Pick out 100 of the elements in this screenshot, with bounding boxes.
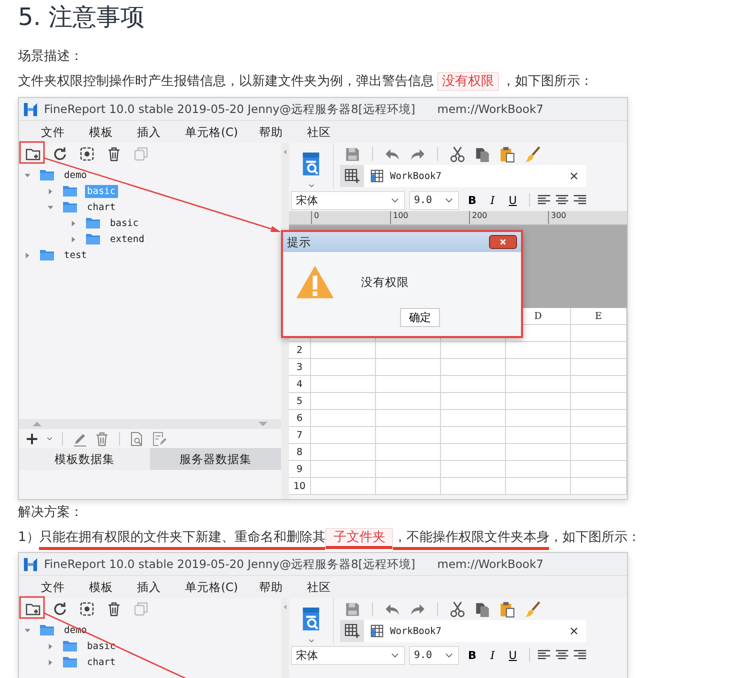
grid-cell[interactable] — [571, 461, 627, 478]
italic-button[interactable]: I — [485, 648, 500, 662]
row-header[interactable]: 3 — [289, 359, 311, 376]
folder-item[interactable]: demo — [62, 168, 89, 182]
folder-item[interactable]: basic — [108, 216, 141, 230]
menu-item[interactable]: 模板 — [89, 124, 137, 140]
grid-cell[interactable] — [311, 410, 376, 427]
menu-item[interactable]: 文件 — [41, 124, 89, 140]
save-icon[interactable] — [344, 146, 361, 162]
grid-cell[interactable] — [571, 478, 627, 495]
cut-icon[interactable] — [449, 600, 466, 618]
grid-cell[interactable] — [506, 359, 571, 376]
workbook-tab[interactable]: WorkBook7 — [364, 620, 586, 642]
align-left-icon[interactable] — [536, 648, 551, 662]
collapse-arrow-icon[interactable] — [23, 250, 32, 260]
dataset-tab[interactable]: 模板数据集 — [19, 448, 150, 470]
document-edit-icon[interactable] — [151, 430, 167, 446]
caret-icon[interactable] — [308, 637, 315, 644]
new-folder-icon[interactable] — [25, 146, 41, 162]
grid-cell[interactable] — [311, 376, 376, 393]
brush-icon[interactable] — [524, 146, 541, 162]
folder-item[interactable]: chart — [85, 200, 118, 214]
trash-icon[interactable] — [106, 146, 122, 162]
grid-cell[interactable] — [311, 427, 376, 444]
document-search-icon[interactable] — [129, 430, 145, 446]
grid-cell[interactable] — [311, 393, 376, 410]
grid-add-icon[interactable] — [344, 168, 360, 184]
grid-cell[interactable] — [376, 359, 441, 376]
font-select[interactable]: 宋体 — [291, 190, 405, 210]
grid-cell[interactable] — [311, 342, 376, 359]
grid-cell[interactable] — [441, 342, 506, 359]
copy-icon[interactable] — [474, 600, 491, 618]
grid-cell[interactable] — [376, 410, 441, 427]
add-icon[interactable] — [25, 432, 39, 446]
settings-icon[interactable] — [79, 146, 95, 162]
folder-item[interactable]: extend — [108, 232, 146, 246]
collapse-arrow-icon[interactable] — [46, 658, 55, 666]
align-right-icon[interactable] — [572, 648, 587, 662]
grid-cell[interactable] — [506, 461, 571, 478]
grid-cell[interactable] — [506, 427, 571, 444]
row-header[interactable]: 2 — [289, 342, 311, 359]
dataset-tab[interactable]: 服务器数据集 — [150, 448, 281, 470]
menu-item[interactable]: 单元格(C) — [185, 580, 259, 594]
font-size-select[interactable]: 9.0 — [409, 190, 459, 210]
folder-item[interactable]: basic — [85, 640, 118, 652]
grid-cell[interactable] — [441, 410, 506, 427]
align-left-icon[interactable] — [536, 193, 551, 207]
grid-cell[interactable] — [376, 478, 441, 495]
grid-cell[interactable] — [376, 427, 441, 444]
menu-item[interactable]: 模板 — [89, 580, 137, 594]
save-icon[interactable] — [344, 600, 361, 618]
row-header[interactable]: 4 — [289, 376, 311, 393]
row-header[interactable]: 6 — [289, 410, 311, 427]
row-header[interactable]: 9 — [289, 461, 311, 478]
folder-item[interactable]: chart — [85, 656, 118, 668]
folder-item[interactable]: test — [62, 248, 89, 262]
collapse-arrow-icon[interactable] — [69, 234, 78, 244]
workbook-tab[interactable]: WorkBook7 — [364, 165, 586, 187]
underline-button[interactable]: U — [504, 648, 522, 662]
grid-cell[interactable] — [441, 376, 506, 393]
menu-item[interactable]: 社区 — [307, 124, 355, 140]
grid-cell[interactable] — [441, 461, 506, 478]
grid-cell[interactable] — [441, 427, 506, 444]
collapse-arrow-icon[interactable] — [46, 642, 55, 650]
refresh-icon[interactable] — [52, 601, 68, 617]
column-header[interactable]: E — [571, 308, 627, 325]
collapse-arrow-icon[interactable] — [46, 186, 55, 196]
grid-cell[interactable] — [571, 444, 627, 461]
menu-item[interactable]: 帮助 — [259, 124, 307, 140]
grid-cell[interactable] — [571, 342, 627, 359]
grid-cell[interactable] — [311, 444, 376, 461]
grid-cell[interactable] — [506, 393, 571, 410]
bold-button[interactable]: B — [463, 194, 482, 206]
menu-item[interactable]: 插入 — [137, 124, 185, 140]
grid-cell[interactable] — [441, 444, 506, 461]
caret-icon[interactable] — [46, 435, 53, 442]
align-center-icon[interactable] — [554, 648, 569, 662]
grid-cell[interactable] — [571, 410, 627, 427]
grid-cell[interactable] — [376, 393, 441, 410]
align-right-icon[interactable] — [572, 193, 587, 207]
cut-icon[interactable] — [449, 146, 466, 162]
grid-cell[interactable] — [506, 342, 571, 359]
close-icon[interactable] — [568, 625, 580, 637]
align-center-icon[interactable] — [554, 193, 569, 207]
copy-icon[interactable] — [474, 146, 491, 162]
grid-cell[interactable] — [311, 461, 376, 478]
row-header[interactable]: 7 — [289, 427, 311, 444]
trash-icon[interactable] — [106, 601, 122, 617]
grid-cell[interactable] — [506, 478, 571, 495]
grid-cell[interactable] — [376, 342, 441, 359]
caret-icon[interactable] — [308, 182, 315, 189]
grid-cell[interactable] — [441, 393, 506, 410]
grid-cell[interactable] — [506, 376, 571, 393]
grid-cell[interactable] — [571, 325, 627, 342]
grid-cell[interactable] — [571, 376, 627, 393]
italic-button[interactable]: I — [485, 194, 500, 206]
grid-cell[interactable] — [376, 461, 441, 478]
grid-cell[interactable] — [441, 478, 506, 495]
grid-cell[interactable] — [441, 359, 506, 376]
menu-item[interactable]: 插入 — [137, 580, 185, 594]
